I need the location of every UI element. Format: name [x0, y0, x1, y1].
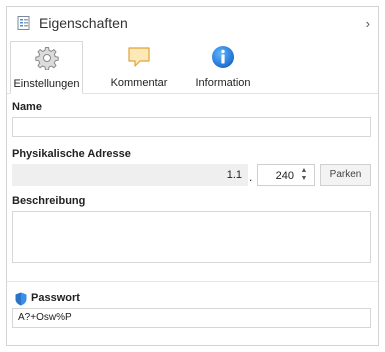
address-device-value[interactable]: 240: [276, 170, 294, 182]
park-button[interactable]: Parken: [320, 164, 371, 186]
tab-bar: Einstellungen Kommentar Information: [7, 41, 378, 94]
gear-icon: [34, 47, 59, 70]
address-device-stepper[interactable]: 240 ▲ ▼: [257, 164, 315, 186]
collapse-chevron-icon[interactable]: ›: [366, 16, 370, 31]
password-label: Passwort: [31, 292, 80, 304]
info-icon: [212, 46, 234, 68]
panel-header: Eigenschaften ›: [7, 7, 378, 39]
shield-icon: [15, 292, 27, 306]
address-prefix-field: 1.1: [12, 164, 248, 186]
address-separator: .: [249, 170, 253, 184]
description-label: Beschreibung: [12, 195, 86, 207]
password-input[interactable]: A?+Osw%P: [12, 308, 371, 328]
address-label: Physikalische Adresse: [12, 148, 131, 160]
description-textarea[interactable]: [12, 211, 371, 263]
tab-label: Einstellungen: [13, 78, 80, 90]
tab-information[interactable]: Information: [185, 41, 261, 93]
section-divider: [7, 281, 378, 282]
comment-icon: [128, 47, 150, 67]
properties-icon: [17, 16, 30, 30]
panel-title: Eigenschaften: [39, 15, 128, 31]
properties-panel: Eigenschaften › Einstellungen Kommentar: [6, 6, 379, 346]
tab-einstellungen[interactable]: Einstellungen: [10, 41, 83, 94]
tab-kommentar[interactable]: Kommentar: [103, 41, 175, 93]
spin-up-icon[interactable]: ▲: [300, 167, 308, 175]
tab-label: Information: [195, 77, 251, 89]
tab-label: Kommentar: [110, 77, 168, 89]
name-input[interactable]: [12, 117, 371, 137]
spin-down-icon[interactable]: ▼: [300, 175, 308, 183]
name-label: Name: [12, 101, 42, 113]
